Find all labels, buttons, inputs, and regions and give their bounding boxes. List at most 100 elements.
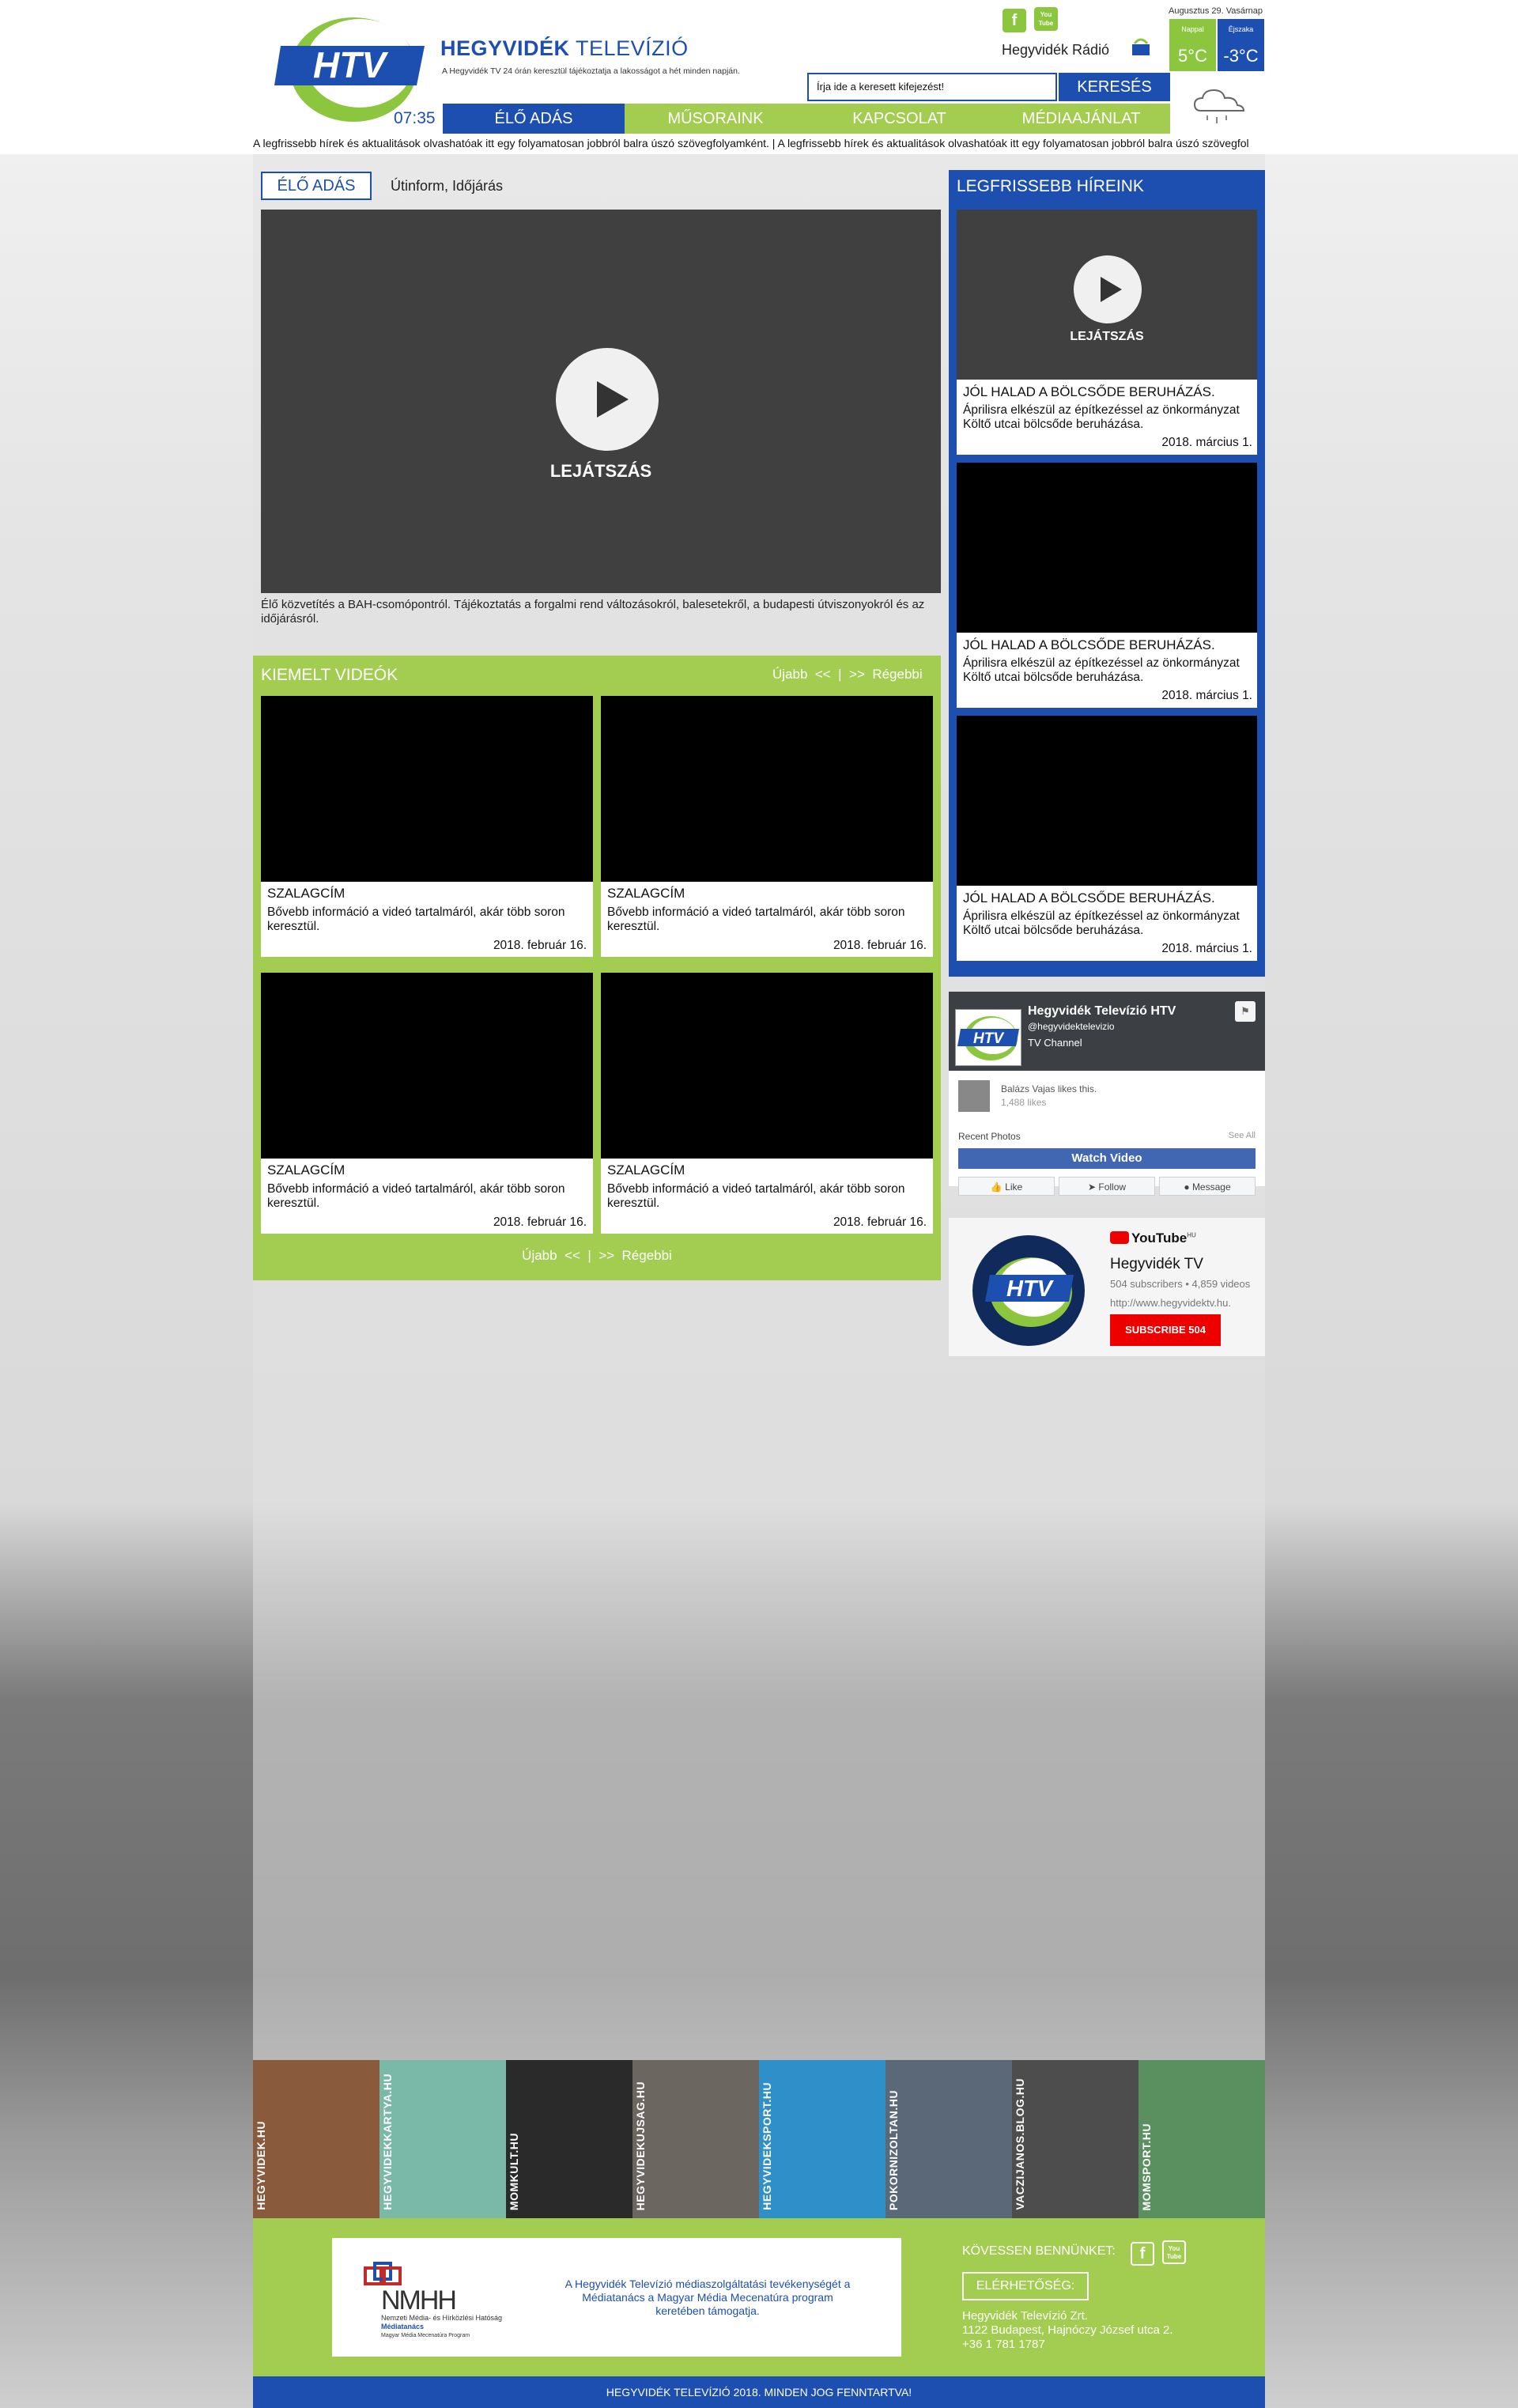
video-thumbnail[interactable]	[601, 696, 933, 882]
news-title[interactable]: JÓL HALAD A BÖLCSŐDE BERUHÁZÁS.	[963, 384, 1215, 400]
avatar[interactable]	[958, 1080, 990, 1112]
partner-label: HEGYVIDEKKARTYA.HU	[381, 2073, 394, 2210]
facebook-icon[interactable]: f	[1131, 2242, 1154, 2266]
news-description: Áprilisra elkészül az építkezéssel az ön…	[963, 656, 1240, 684]
contact-address: Hegyvidék Televízió Zrt. 1122 Budapest, …	[962, 2309, 1173, 2352]
partner-pokornizoltan[interactable]: POKORNIZOLTAN.HU	[886, 2060, 1012, 2218]
featured-pagination-bottom[interactable]: Újabb << | >> Régebbi	[253, 1248, 941, 1264]
video-description: Bővebb információ a videó tartalmáról, a…	[267, 1182, 565, 1210]
youtube-logo[interactable]: YouTubeHU	[1110, 1230, 1196, 1246]
facebook-recent-photos: Recent Photos	[958, 1131, 1021, 1142]
featured-title: KIEMELT VIDEÓK	[261, 666, 398, 684]
subscribe-button[interactable]: SUBSCRIBE 504	[1110, 1314, 1221, 1346]
nmhh-logo[interactable]: NMHH Nemzeti Média- és Hírközlési Hatósá…	[348, 2254, 538, 2345]
tagline: A Hegyvidék TV 24 órán keresztül tájékoz…	[442, 66, 740, 76]
partner-hegyvidek[interactable]: HEGYVIDEK.HU	[253, 2060, 380, 2218]
youtube-icon[interactable]: You Tube	[1034, 7, 1058, 31]
rss-icon: ➤	[1087, 1181, 1097, 1193]
youtube-logo-text: HTV	[1006, 1276, 1055, 1302]
partner-label: VACZIJANOS.BLOG.HU	[1014, 2078, 1026, 2210]
news-date: 2018. március 1.	[1161, 942, 1252, 955]
live-tab[interactable]: ÉLŐ ADÁS	[261, 172, 372, 200]
news-thumbnail[interactable]	[957, 463, 1257, 633]
nmhh-subtitle-2: Médiatanács	[381, 2323, 424, 2331]
featured-pagination-top[interactable]: Újabb << | >> Régebbi	[772, 667, 923, 682]
play-label[interactable]: LEJÁTSZÁS	[957, 330, 1257, 344]
search-button[interactable]: KERESÉS	[1059, 73, 1170, 101]
video-title[interactable]: SZALAGCÍM	[267, 886, 345, 902]
nav-programs[interactable]: MŰSORAINK	[625, 104, 806, 134]
nmhh-wordmark: NMHH	[381, 2285, 455, 2315]
copyright: HEGYVIDÉK TELEVÍZIÓ 2018. MINDEN JOG FEN…	[253, 2376, 1265, 2408]
youtube-play-icon	[1110, 1231, 1129, 1244]
news-card[interactable]: JÓL HALAD A BÖLCSŐDE BERUHÁZÁS. Áprilisr…	[957, 716, 1257, 961]
video-card[interactable]: SZALAGCÍM Bővebb információ a videó tart…	[261, 696, 593, 957]
site-title: HEGYVIDÉK TELEVÍZIÓ	[440, 36, 689, 60]
watch-video-button[interactable]: Watch Video	[958, 1148, 1256, 1169]
radio-link[interactable]: Hegyvidék Rádió	[1002, 42, 1109, 59]
facebook-page-name[interactable]: Hegyvidék Televízió HTV	[1028, 1004, 1176, 1019]
street-address: 1122 Budapest, Hajnóczy József utca 2.	[962, 2323, 1173, 2337]
youtube-channel-avatar[interactable]: HTV	[972, 1235, 1085, 1346]
radio-logo-icon[interactable]	[1131, 36, 1151, 59]
news-title[interactable]: JÓL HALAD A BÖLCSŐDE BERUHÁZÁS.	[963, 890, 1215, 906]
weather-day-temp: 5°C	[1178, 46, 1207, 66]
facebook-page-type: TV Channel	[1028, 1037, 1082, 1049]
weather-night-label: Éjszaka	[1228, 25, 1254, 33]
video-card[interactable]: SZALAGCÍM Bővebb információ a videó tart…	[601, 973, 933, 1234]
video-card[interactable]: SZALAGCÍM Bővebb információ a videó tart…	[261, 973, 593, 1234]
partner-momsport[interactable]: MOMSPORT.HU	[1138, 2060, 1265, 2218]
play-icon[interactable]	[556, 348, 659, 451]
search-input[interactable]: Írja ide a keresett kifejezést!	[807, 73, 1057, 101]
partner-hegyvideksport[interactable]: HEGYVIDEKSPORT.HU	[759, 2060, 886, 2218]
news-card[interactable]: JÓL HALAD A BÖLCSŐDE BERUHÁZÁS. Áprilisr…	[957, 463, 1257, 708]
live-video-player[interactable]: LEJÁTSZÁS	[261, 210, 941, 593]
facebook-cover[interactable]: HTV Hegyvidék Televízió HTV @hegyvidekte…	[949, 992, 1265, 1071]
video-title[interactable]: SZALAGCÍM	[267, 1162, 345, 1178]
video-thumbnail[interactable]	[601, 973, 933, 1159]
news-description: Áprilisra elkészül az építkezéssel az ön…	[963, 909, 1240, 937]
facebook-see-all[interactable]: See All	[1229, 1131, 1256, 1140]
video-title[interactable]: SZALAGCÍM	[607, 886, 685, 902]
phone-number[interactable]: +36 1 781 1787	[962, 2338, 1173, 2352]
partner-label: HEGYVIDEKSPORT.HU	[761, 2082, 773, 2210]
youtube-url[interactable]: http://www.hegyvidektv.hu.	[1110, 1297, 1231, 1309]
news-thumbnail[interactable]	[957, 716, 1257, 886]
video-date: 2018. február 16.	[493, 1215, 587, 1229]
video-card[interactable]: SZALAGCÍM Bővebb információ a videó tart…	[601, 696, 933, 957]
youtube-channel-widget: HTV YouTubeHU Hegyvidék TV 504 subscribe…	[949, 1218, 1265, 1356]
facebook-icon[interactable]: f	[1003, 9, 1026, 32]
message-button[interactable]: ● Message	[1159, 1177, 1256, 1196]
nav-live[interactable]: ÉLŐ ADÁS	[443, 104, 625, 134]
video-thumbnail[interactable]	[261, 973, 593, 1159]
like-button[interactable]: 👍 Like	[958, 1177, 1055, 1196]
youtube-channel-name[interactable]: Hegyvidék TV	[1110, 1256, 1203, 1273]
video-thumbnail[interactable]	[261, 696, 593, 882]
news-description: Áprilisra elkészül az építkezéssel az ön…	[963, 403, 1240, 431]
partner-vaczijanos[interactable]: VACZIJANOS.BLOG.HU	[1012, 2060, 1138, 2218]
news-date: 2018. március 1.	[1161, 689, 1252, 702]
partner-label: HEGYVIDEK.HU	[255, 2121, 267, 2210]
news-title[interactable]: JÓL HALAD A BÖLCSŐDE BERUHÁZÁS.	[963, 637, 1215, 653]
video-title[interactable]: SZALAGCÍM	[607, 1162, 685, 1178]
play-icon[interactable]	[1074, 255, 1142, 323]
partner-hegyvidekujsag[interactable]: HEGYVIDEKUJSAG.HU	[632, 2060, 759, 2218]
news-ticker[interactable]: A legfrissebb hírek és aktualitások olva…	[253, 134, 1265, 152]
youtube-icon[interactable]: You Tube	[1162, 2240, 1186, 2264]
nav-contact[interactable]: KAPCSOLAT	[806, 104, 992, 134]
partner-hegyvidekkartya[interactable]: HEGYVIDEKKARTYA.HU	[380, 2060, 506, 2218]
flag-icon[interactable]: ⚑	[1235, 1001, 1256, 1022]
current-date: Augusztus 29. Vasárnap	[1169, 6, 1263, 16]
news-date: 2018. március 1.	[1161, 436, 1252, 449]
cloud-snow-icon	[1193, 89, 1245, 123]
partner-momkult[interactable]: MOMKULT.HU	[506, 2060, 632, 2218]
play-label[interactable]: LEJÁTSZÁS	[261, 461, 941, 482]
news-thumbnail[interactable]: LEJÁTSZÁS	[957, 210, 1257, 380]
nav-media-offer[interactable]: MÉDIAAJÁNLAT	[992, 104, 1170, 134]
news-card[interactable]: LEJÁTSZÁS JÓL HALAD A BÖLCSŐDE BERUHÁZÁS…	[957, 210, 1257, 455]
follow-button[interactable]: ➤ Follow	[1059, 1177, 1155, 1196]
facebook-page-logo[interactable]: HTV	[955, 1009, 1021, 1066]
follow-button-label: Follow	[1098, 1181, 1127, 1193]
contact-button[interactable]: ELÉRHETŐSÉG:	[962, 2272, 1089, 2300]
video-description: Bővebb információ a videó tartalmáról, a…	[267, 905, 565, 933]
